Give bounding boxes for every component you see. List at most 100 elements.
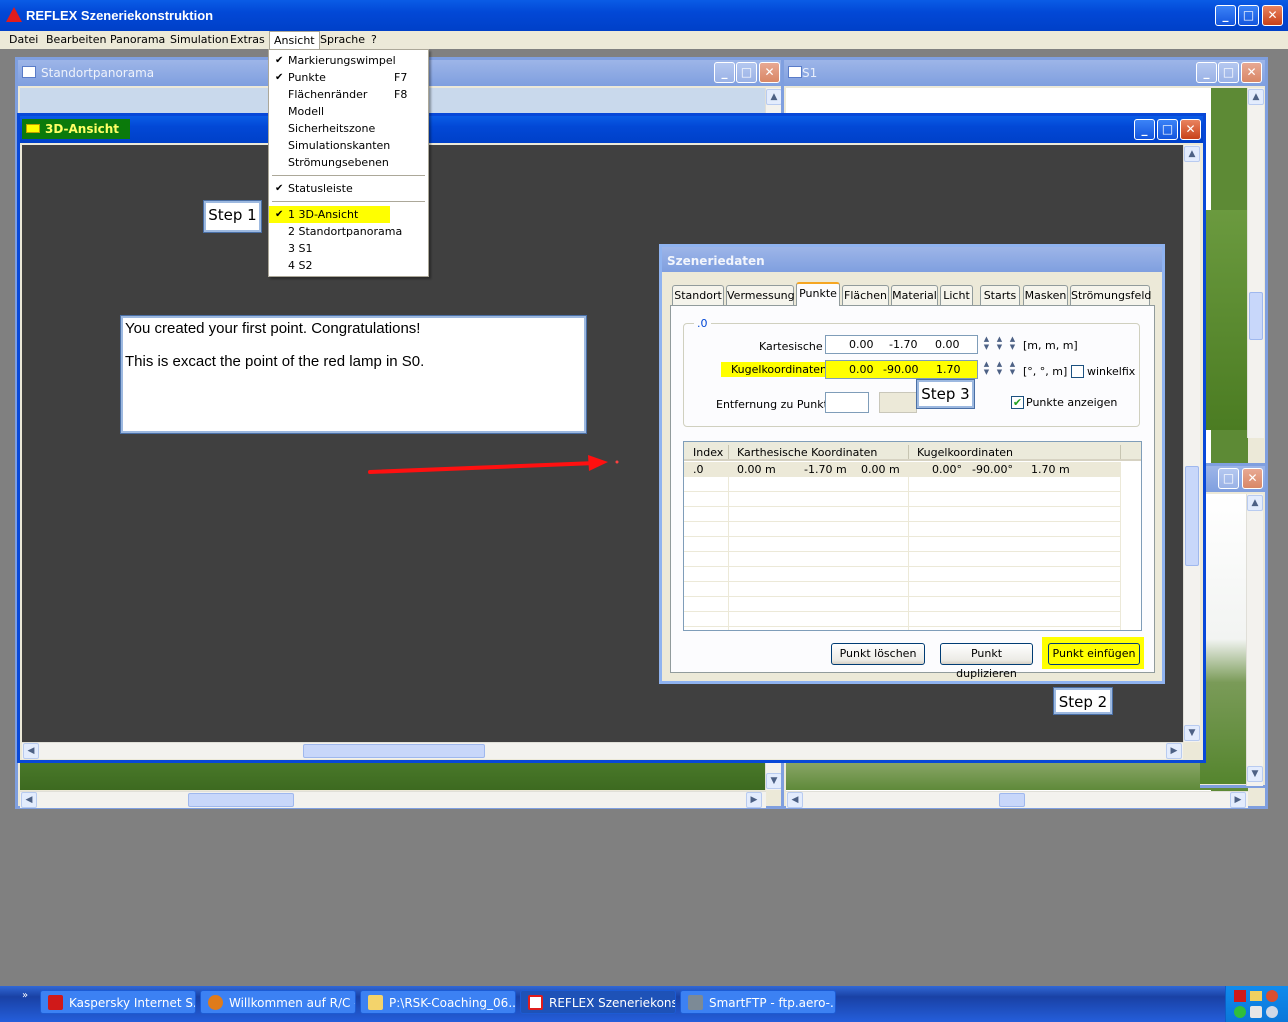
header-index[interactable]: Index bbox=[693, 446, 723, 459]
volume-tray-icon[interactable] bbox=[1250, 1006, 1262, 1018]
punkt-duplizieren-button[interactable]: Punkt duplizieren bbox=[940, 643, 1033, 680]
punkt-einfuegen-button[interactable]: Punkt einfügen bbox=[1048, 643, 1140, 665]
menu-item-statusleiste[interactable]: ✔ Statusleiste bbox=[269, 180, 428, 197]
ansicht3d-vscroll[interactable] bbox=[1183, 145, 1200, 742]
menu-item-standortpanorama[interactable]: 2 Standortpanorama bbox=[269, 223, 428, 240]
s1-hscroll-thumb[interactable] bbox=[999, 793, 1025, 807]
menu-item-3d-ansicht[interactable]: ✔ 1 3D-Ansicht bbox=[269, 206, 390, 223]
tab-standort[interactable]: Standort bbox=[672, 285, 724, 305]
task-firefox[interactable]: Willkommen auf R/C -... bbox=[200, 990, 356, 1014]
kaspersky-tray-icon[interactable] bbox=[1234, 990, 1246, 1002]
menu-sprache[interactable]: Sprache bbox=[320, 33, 365, 46]
kart-y-spinner[interactable]: ▲ ▼ bbox=[994, 335, 1005, 353]
s1-scroll-left[interactable]: ◀ bbox=[787, 792, 803, 808]
close-button[interactable]: ✕ bbox=[1262, 5, 1283, 26]
task-reflex[interactable]: REFLEX Szeneriekons... bbox=[520, 990, 676, 1014]
tab-material[interactable]: Material bbox=[891, 285, 938, 305]
s1-maximize-button[interactable]: □ bbox=[1218, 62, 1239, 83]
menu-extras[interactable]: Extras bbox=[230, 33, 265, 46]
table-row[interactable]: .0 0.00 m -1.70 m 0.00 m 0.00° -90.00° 1… bbox=[684, 462, 1121, 477]
s2-vscroll[interactable] bbox=[1246, 494, 1263, 786]
menu-item-markierungswimpel[interactable]: ✔ Markierungswimpel bbox=[269, 52, 428, 69]
entfernung-field[interactable] bbox=[825, 392, 869, 413]
ansicht3d-minimize-button[interactable]: _ bbox=[1134, 119, 1155, 140]
ansicht3d-scroll-down[interactable]: ▼ bbox=[1184, 725, 1200, 741]
kugel-distance-spinner[interactable]: ▲ ▼ bbox=[1007, 360, 1018, 378]
menu-item-modell[interactable]: Modell bbox=[269, 103, 428, 120]
menu-item-label: Markierungswimpel bbox=[288, 54, 396, 67]
tab-punkte[interactable]: Punkte bbox=[796, 282, 840, 306]
ansicht3d-scroll-left[interactable]: ◀ bbox=[23, 743, 39, 759]
menu-item-stroemungsebenen[interactable]: Strömungsebenen bbox=[269, 154, 428, 171]
standort-scroll-down[interactable]: ▼ bbox=[766, 773, 782, 789]
s2-scroll-up[interactable]: ▲ bbox=[1247, 495, 1263, 511]
standort-minimize-button[interactable]: _ bbox=[714, 62, 735, 83]
ansicht3d-scroll-up[interactable]: ▲ bbox=[1184, 146, 1200, 162]
winkelfix-checkbox[interactable] bbox=[1071, 365, 1084, 378]
s2-maximize-button[interactable]: □ bbox=[1218, 468, 1239, 489]
ansicht3d-hscroll[interactable] bbox=[22, 742, 1183, 759]
menu-panorama[interactable]: Panorama bbox=[110, 33, 165, 46]
points-table[interactable]: Index Karthesische Koordinaten Kugelkoor… bbox=[683, 441, 1142, 631]
menu-item-sicherheitszone[interactable]: Sicherheitszone bbox=[269, 120, 428, 137]
tab-starts[interactable]: Starts bbox=[980, 285, 1020, 305]
s2-close-button[interactable]: ✕ bbox=[1242, 468, 1263, 489]
kugel-azimuth-spinner[interactable]: ▲ ▼ bbox=[981, 360, 992, 378]
task-explorer[interactable]: P:\RSK-Coaching_06... bbox=[360, 990, 516, 1014]
kartesische-field[interactable]: 0.00 -1.70 0.00 bbox=[825, 335, 978, 354]
s1-scroll-up[interactable]: ▲ bbox=[1248, 89, 1264, 105]
menu-bearbeiten[interactable]: Bearbeiten bbox=[46, 33, 106, 46]
menu-item-punkte[interactable]: ✔ Punkte F7 bbox=[269, 69, 428, 86]
punkte-anzeigen-checkbox[interactable]: ✔ bbox=[1011, 396, 1024, 409]
menu-ansicht[interactable]: Ansicht bbox=[269, 31, 320, 49]
header-kart[interactable]: Karthesische Koordinaten bbox=[737, 446, 877, 459]
ansicht3d-close-button[interactable]: ✕ bbox=[1180, 119, 1201, 140]
kart-x-spinner[interactable]: ▲ ▼ bbox=[981, 335, 992, 353]
menu-item-simulationskanten[interactable]: Simulationskanten bbox=[269, 137, 428, 154]
s1-scroll-right[interactable]: ▶ bbox=[1230, 792, 1246, 808]
kugelkoordinaten-field[interactable]: 0.00 -90.00 1.70 bbox=[825, 360, 978, 379]
tab-masken[interactable]: Masken bbox=[1023, 285, 1068, 305]
standort-scroll-left[interactable]: ◀ bbox=[21, 792, 37, 808]
standort-maximize-button[interactable]: □ bbox=[736, 62, 757, 83]
menu-item-s2[interactable]: 4 S2 bbox=[269, 257, 428, 274]
standort-hscroll[interactable] bbox=[20, 791, 766, 808]
maximize-button[interactable]: □ bbox=[1238, 5, 1259, 26]
quicklaunch-chevron-icon[interactable]: » bbox=[22, 990, 28, 1001]
standort-close-button[interactable]: ✕ bbox=[759, 62, 780, 83]
ansicht3d-hscroll-thumb[interactable] bbox=[303, 744, 485, 758]
s2-scroll-down[interactable]: ▼ bbox=[1247, 766, 1263, 782]
task-smartftp[interactable]: SmartFTP - ftp.aero-... bbox=[680, 990, 836, 1014]
tab-flaechen[interactable]: Flächen bbox=[842, 285, 889, 305]
header-kugel[interactable]: Kugelkoordinaten bbox=[917, 446, 1013, 459]
minimize-button[interactable]: _ bbox=[1215, 5, 1236, 26]
check-icon: ✔ bbox=[275, 209, 284, 220]
standort-scroll-up[interactable]: ▲ bbox=[766, 89, 782, 105]
task-kaspersky[interactable]: Kaspersky Internet S... bbox=[40, 990, 196, 1014]
punkt-loeschen-button[interactable]: Punkt löschen bbox=[831, 643, 925, 665]
ansicht3d-scroll-right[interactable]: ▶ bbox=[1166, 743, 1182, 759]
menu-help[interactable]: ? bbox=[371, 33, 377, 46]
menu-item-s1[interactable]: 3 S1 bbox=[269, 240, 428, 257]
ansicht3d-vscroll-thumb[interactable] bbox=[1185, 466, 1199, 566]
antivirus-tray-icon[interactable] bbox=[1266, 990, 1278, 1002]
standort-scroll-right[interactable]: ▶ bbox=[746, 792, 762, 808]
s1-minimize-button[interactable]: _ bbox=[1196, 62, 1217, 83]
kart-z-spinner[interactable]: ▲ ▼ bbox=[1007, 335, 1018, 353]
menu-simulation[interactable]: Simulation bbox=[170, 33, 229, 46]
menu-item-flaechenraender[interactable]: Flächenränder F8 bbox=[269, 86, 428, 103]
s1-close-button[interactable]: ✕ bbox=[1241, 62, 1262, 83]
s1-vscroll-thumb[interactable] bbox=[1249, 292, 1263, 340]
kugel-elevation-spinner[interactable]: ▲ ▼ bbox=[994, 360, 1005, 378]
dialog-title: Szeneriedaten bbox=[667, 254, 765, 268]
shield-tray-icon[interactable] bbox=[1234, 1006, 1246, 1018]
mail-tray-icon[interactable] bbox=[1250, 991, 1262, 1001]
network-tray-icon[interactable] bbox=[1266, 1006, 1278, 1018]
tab-stroemungsfeld[interactable]: Strömungsfeld bbox=[1070, 285, 1151, 305]
s1-vscroll[interactable] bbox=[1247, 88, 1264, 438]
tab-licht[interactable]: Licht bbox=[940, 285, 973, 305]
ansicht3d-maximize-button[interactable]: □ bbox=[1157, 119, 1178, 140]
standort-hscroll-thumb[interactable] bbox=[188, 793, 294, 807]
tab-vermessung[interactable]: Vermessung bbox=[726, 285, 795, 305]
menu-datei[interactable]: Datei bbox=[9, 33, 38, 46]
